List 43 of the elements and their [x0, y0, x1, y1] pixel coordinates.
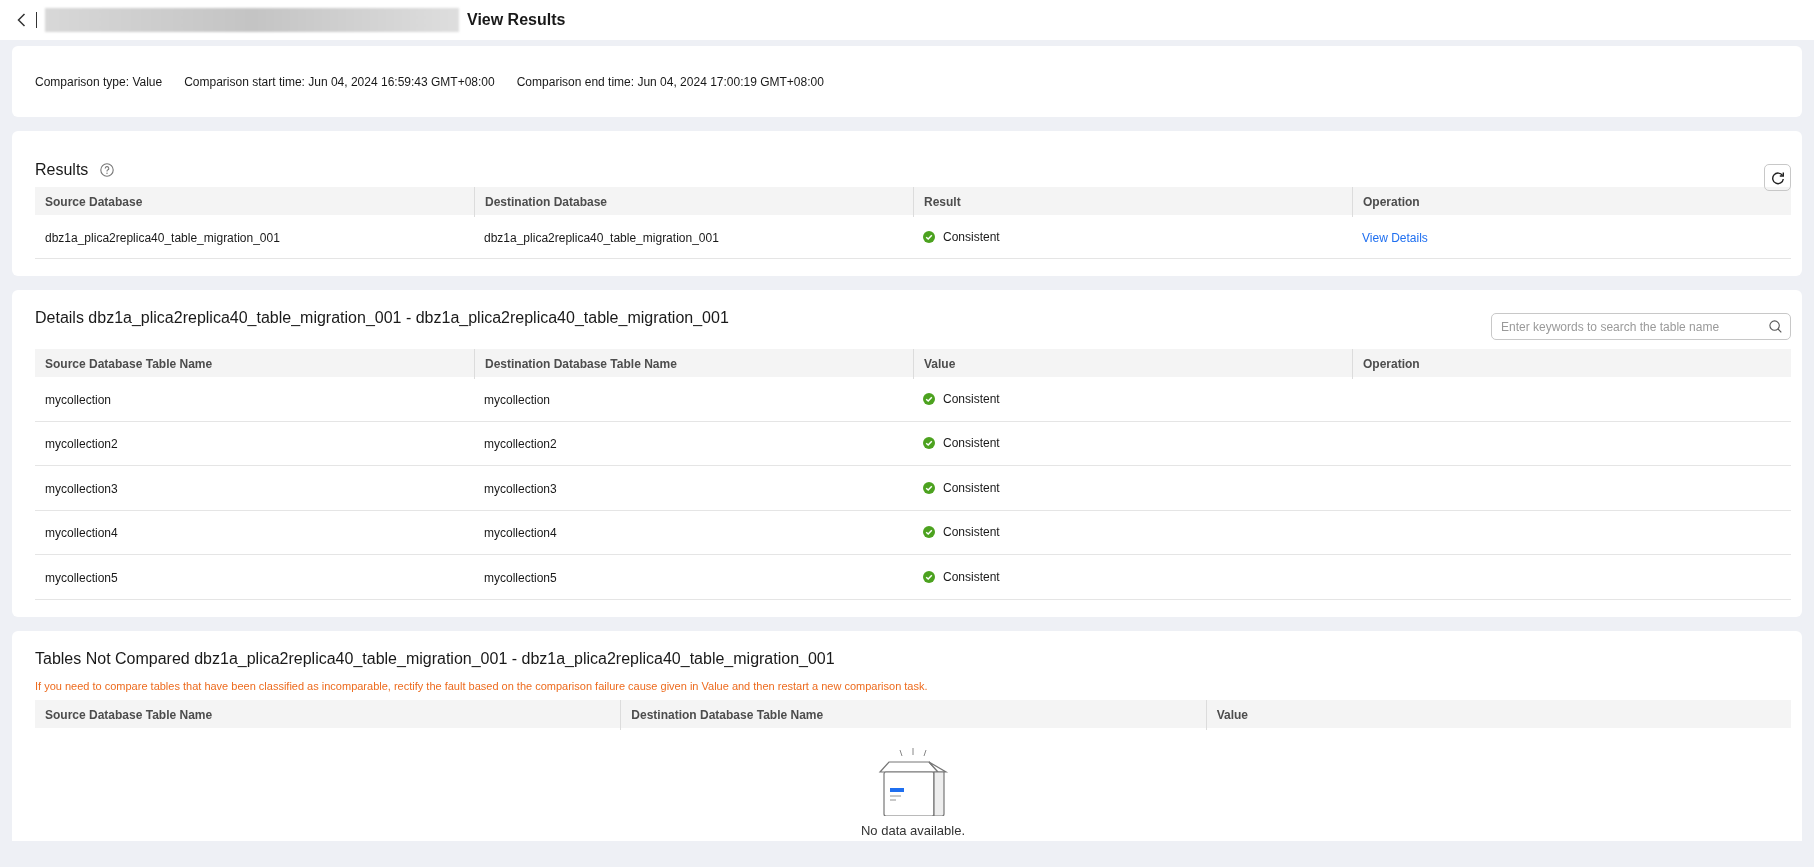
status-text: Consistent [943, 228, 1000, 246]
summary-text: Comparison type: Value [35, 73, 163, 91]
section-title: Details dbz1a_plica2replica40_table_migration_001 - dbz1a_plica2replica40_table_migration_001 [35, 308, 729, 328]
table-cell: mycollection2 [45, 437, 118, 452]
column-header: Value [924, 356, 956, 373]
refresh-icon [1770, 170, 1785, 185]
empty-text: No data available. [860, 822, 966, 840]
status-text: Consistent [943, 568, 1000, 586]
status-text: Consistent [943, 435, 1000, 453]
status-text: Consistent [943, 479, 1000, 497]
status-text: Consistent [943, 524, 1000, 542]
column-header: Value [1216, 707, 1248, 724]
column-header: Result [924, 194, 961, 211]
help-icon[interactable] [100, 162, 115, 177]
table-cell: mycollection3 [45, 481, 118, 496]
column-header: Operation [1363, 356, 1420, 373]
column-header: Destination Database [485, 194, 608, 211]
page-title: View Results [467, 10, 566, 30]
section-title: Results [35, 159, 89, 180]
table-cell: mycollection [45, 392, 112, 407]
table-cell: dbz1a_plica2replica40_table_migration_001 [484, 230, 719, 245]
search-icon[interactable] [1769, 320, 1782, 333]
table-cell: mycollection4 [484, 526, 557, 541]
hint-text: If you need to compare tables that have been classified as incomparable, rectify the fault based on the comparison failure cause given in Value and then restart a new comparison task. [35, 678, 929, 694]
table-cell: mycollection3 [484, 481, 557, 496]
column-header: Destination Database Table Name [631, 707, 824, 724]
view-details-link[interactable]: View Details [1362, 230, 1428, 245]
table-cell: mycollection5 [484, 570, 557, 585]
table-cell: dbz1a_plica2replica40_table_migration_001 [45, 230, 280, 245]
column-header: Source Database [45, 194, 143, 211]
column-header: Source Database Table Name [45, 707, 213, 724]
section-title: Tables Not Compared dbz1a_plica2replica40_table_migration_001 - dbz1a_plica2replica40_table_migration_001 [35, 648, 836, 669]
column-header: Operation [1363, 194, 1420, 211]
table-cell: mycollection4 [45, 526, 118, 541]
status-text: Consistent [943, 390, 1000, 408]
column-header: Source Database Table Name [45, 356, 213, 373]
table-cell: mycollection2 [484, 437, 557, 452]
table-cell: mycollection [484, 392, 551, 407]
summary-text: Comparison start time: Jun 04, 2024 16:59:43 GMT+08:00 [184, 73, 495, 91]
summary-text: Comparison end time: Jun 04, 2024 17:00:19 GMT+08:00 [516, 73, 824, 91]
column-header: Destination Database Table Name [485, 356, 677, 373]
search-field[interactable]: Enter keywords to search the table name [1491, 313, 1791, 340]
table-cell: mycollection5 [45, 570, 118, 585]
